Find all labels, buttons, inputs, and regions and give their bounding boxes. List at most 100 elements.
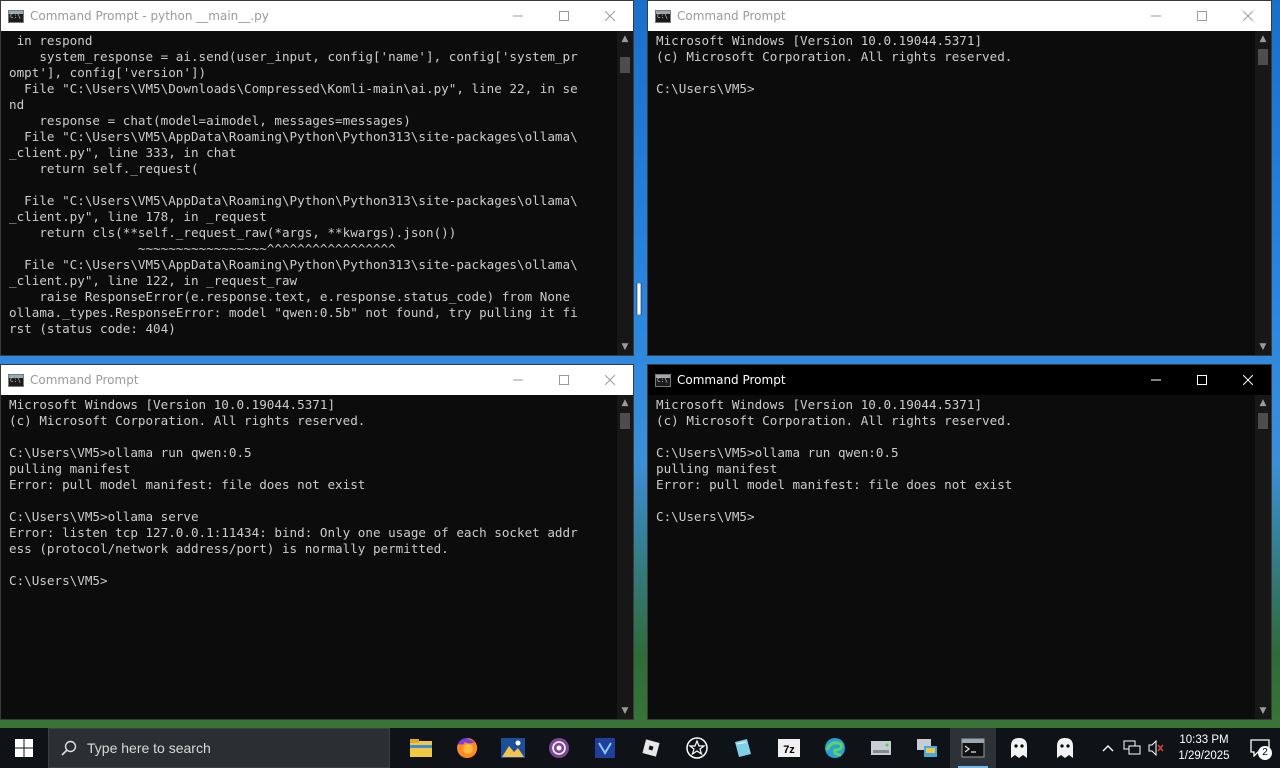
maximize-button[interactable] bbox=[1179, 365, 1225, 395]
console-line: ess (protocol/network address/port) is n… bbox=[9, 541, 449, 556]
console-line: pulling manifest bbox=[656, 461, 778, 476]
taskbar-clock[interactable]: 10:33 PM 1/29/2025 bbox=[1168, 732, 1240, 764]
cmd-window-top-right[interactable]: Command Prompt Microsoft Windows [Versio… bbox=[647, 0, 1272, 356]
scroll-up-icon[interactable]: ▲ bbox=[1255, 31, 1271, 47]
console-line: _client.py", line 333, in chat bbox=[9, 145, 237, 160]
cmd-app-icon bbox=[655, 9, 671, 23]
scroll-down-icon[interactable]: ▼ bbox=[617, 703, 633, 719]
close-button[interactable] bbox=[587, 365, 633, 395]
volume-muted-icon[interactable] bbox=[1144, 728, 1168, 768]
console-line: Microsoft Windows [Version 10.0.19044.53… bbox=[656, 33, 983, 48]
console-line: C:\Users\VM5>ollama run qwen:0.5 bbox=[656, 445, 899, 460]
edge-icon[interactable] bbox=[812, 728, 858, 768]
console-line: File "C:\Users\VM5\Downloads\Compressed\… bbox=[9, 81, 578, 96]
console-line: (c) Microsoft Corporation. All rights re… bbox=[9, 413, 366, 428]
vertical-scrollbar[interactable]: ▲ ▼ bbox=[617, 31, 633, 355]
cmd-window-python[interactable]: Command Prompt - python __main__.py in r… bbox=[0, 0, 634, 356]
image-viewer-icon[interactable] bbox=[490, 728, 536, 768]
clock-date: 1/29/2025 bbox=[1178, 750, 1230, 762]
console-line: return self._request( bbox=[9, 161, 199, 176]
maximize-button[interactable] bbox=[541, 1, 587, 31]
taskbar-apps: 7z bbox=[398, 728, 1088, 768]
minimize-button[interactable] bbox=[495, 1, 541, 31]
scroll-thumb[interactable] bbox=[620, 57, 630, 73]
tor-browser-icon[interactable] bbox=[536, 728, 582, 768]
maximize-button[interactable] bbox=[541, 365, 587, 395]
7zip-icon[interactable]: 7z bbox=[766, 728, 812, 768]
console-line: File "C:\Users\VM5\AppData\Roaming\Pytho… bbox=[9, 129, 578, 144]
ghost-app-icon[interactable] bbox=[996, 728, 1042, 768]
vertical-scrollbar[interactable]: ▲ ▼ bbox=[1255, 31, 1271, 355]
console-line: response = chat(model=aimodel, messages=… bbox=[9, 113, 411, 128]
minimize-button[interactable] bbox=[1133, 365, 1179, 395]
start-button[interactable] bbox=[0, 728, 48, 768]
network-icon[interactable] bbox=[1120, 728, 1144, 768]
scroll-thumb[interactable] bbox=[1258, 413, 1268, 429]
cmd-window-python-titlebar[interactable]: Command Prompt - python __main__.py bbox=[1, 1, 633, 31]
window-title: Command Prompt - python __main__.py bbox=[30, 9, 269, 23]
disk-icon[interactable] bbox=[858, 728, 904, 768]
console-line: C:\Users\VM5>ollama run qwen:0.5 bbox=[9, 445, 252, 460]
cmd-window-top-right-titlebar[interactable]: Command Prompt bbox=[648, 1, 1271, 31]
cmd-app-icon bbox=[8, 9, 24, 23]
notes-icon[interactable] bbox=[720, 728, 766, 768]
cmd-window-bottom-right-titlebar[interactable]: Command Prompt bbox=[648, 365, 1271, 395]
scroll-up-icon[interactable]: ▲ bbox=[617, 395, 633, 411]
scroll-thumb[interactable] bbox=[620, 413, 630, 429]
search-placeholder: Type here to search bbox=[87, 740, 211, 756]
text-cursor-icon bbox=[636, 282, 642, 316]
console-line: (c) Microsoft Corporation. All rights re… bbox=[656, 49, 1013, 64]
chevron-up-icon[interactable] bbox=[1096, 728, 1120, 768]
console-line: C:\Users\VM5> bbox=[656, 509, 755, 524]
console-line: ompt'], config['version']) bbox=[9, 65, 207, 80]
visual-studio-icon[interactable] bbox=[582, 728, 628, 768]
console-line: ollama._types.ResponseError: model "qwen… bbox=[9, 305, 578, 320]
console-line: Microsoft Windows [Version 10.0.19044.53… bbox=[656, 397, 983, 412]
console-output[interactable]: Microsoft Windows [Version 10.0.19044.53… bbox=[648, 31, 1255, 355]
console-output[interactable]: in respond system_response = ai.send(use… bbox=[1, 31, 617, 355]
taskbar: Type here to search 7z 10:33 PM 1/29/202… bbox=[0, 728, 1280, 768]
chess-icon[interactable] bbox=[674, 728, 720, 768]
scroll-down-icon[interactable]: ▼ bbox=[1255, 703, 1271, 719]
svg-text:7z: 7z bbox=[783, 744, 795, 756]
firefox-icon[interactable] bbox=[444, 728, 490, 768]
console-line: File "C:\Users\VM5\AppData\Roaming\Pytho… bbox=[9, 257, 578, 272]
cmd-window-bottom-left[interactable]: Command Prompt Microsoft Windows [Versio… bbox=[0, 364, 634, 720]
vertical-scrollbar[interactable]: ▲ ▼ bbox=[617, 395, 633, 719]
console-line: File "C:\Users\VM5\AppData\Roaming\Pytho… bbox=[9, 193, 578, 208]
roblox-icon[interactable] bbox=[628, 728, 674, 768]
console-output[interactable]: Microsoft Windows [Version 10.0.19044.53… bbox=[648, 395, 1255, 719]
minimize-button[interactable] bbox=[1133, 1, 1179, 31]
console-line: ~~~~~~~~~~~~~~~~~^^^^^^^^^^^^^^^^^ bbox=[9, 241, 396, 256]
vertical-scrollbar[interactable]: ▲ ▼ bbox=[1255, 395, 1271, 719]
scroll-up-icon[interactable]: ▲ bbox=[617, 31, 633, 47]
notification-center-button[interactable]: 2 bbox=[1240, 728, 1280, 768]
console-line: pulling manifest bbox=[9, 461, 131, 476]
system-tray: 10:33 PM 1/29/2025 2 bbox=[1096, 728, 1280, 768]
file-explorer-icon[interactable] bbox=[398, 728, 444, 768]
scroll-down-icon[interactable]: ▼ bbox=[617, 339, 633, 355]
console-line: system_response = ai.send(user_input, co… bbox=[9, 49, 578, 64]
clock-time: 10:33 PM bbox=[1179, 734, 1229, 746]
ghost-app-2-icon[interactable] bbox=[1042, 728, 1088, 768]
taskbar-search-box[interactable]: Type here to search bbox=[48, 728, 390, 768]
maximize-button[interactable] bbox=[1179, 1, 1225, 31]
network-share-icon[interactable] bbox=[904, 728, 950, 768]
scroll-down-icon[interactable]: ▼ bbox=[1255, 339, 1271, 355]
close-button[interactable] bbox=[1225, 365, 1271, 395]
scroll-thumb[interactable] bbox=[1258, 49, 1268, 65]
console-output[interactable]: Microsoft Windows [Version 10.0.19044.53… bbox=[1, 395, 617, 719]
cmd-window-bottom-left-titlebar[interactable]: Command Prompt bbox=[1, 365, 633, 395]
scroll-up-icon[interactable]: ▲ bbox=[1255, 395, 1271, 411]
command-prompt-icon[interactable] bbox=[950, 728, 996, 768]
cmd-window-bottom-right[interactable]: Command Prompt Microsoft Windows [Versio… bbox=[647, 364, 1272, 720]
close-button[interactable] bbox=[587, 1, 633, 31]
console-line: nd bbox=[9, 97, 25, 112]
minimize-button[interactable] bbox=[495, 365, 541, 395]
close-button[interactable] bbox=[1225, 1, 1271, 31]
console-line: rst (status code: 404) bbox=[9, 321, 176, 336]
